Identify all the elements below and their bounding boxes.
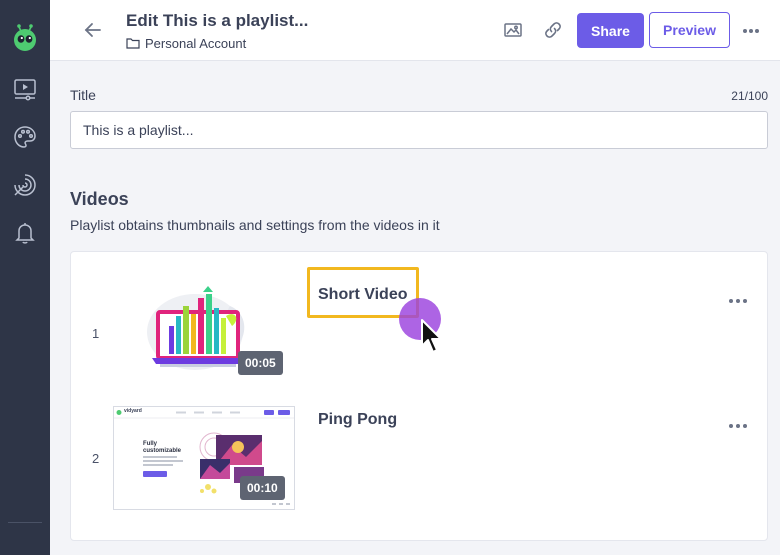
top-bar: Edit This is a playlist... Personal Acco… [50,0,780,61]
title-input[interactable] [70,111,768,149]
page-title: Edit This is a playlist... [126,11,309,30]
link-icon[interactable] [542,19,564,41]
videos-description: Playlist obtains thumbnails and settings… [70,217,440,233]
sidebar-divider [8,522,42,523]
video-index: 2 [92,451,100,466]
palette-icon[interactable] [13,125,37,149]
bell-icon[interactable] [13,221,37,245]
folder-icon [126,38,140,49]
app-logo-icon[interactable] [11,22,39,52]
title-label: Title [70,87,96,103]
preview-button[interactable]: Preview [649,12,730,48]
character-count: 21/100 [731,89,768,103]
mouse-cursor-icon [421,319,442,353]
video-duration: 00:10 [240,476,285,500]
analytics-icon[interactable] [13,173,37,197]
video-library-icon[interactable] [13,77,37,101]
video-duration: 00:05 [238,351,283,375]
more-horizontal-icon[interactable] [728,296,748,306]
video-index: 1 [92,326,100,341]
back-arrow-icon[interactable] [82,19,104,41]
image-icon[interactable] [502,19,524,41]
share-button[interactable]: Share [577,13,644,48]
website-brand: vidyard [124,408,142,414]
more-horizontal-icon[interactable] [741,21,761,41]
sidebar [0,0,50,555]
videos-heading: Videos [70,189,129,209]
website-headline: Fully [143,441,158,447]
more-horizontal-icon[interactable] [728,421,748,431]
website-headline: customizable [143,448,182,454]
video-title[interactable]: Ping Pong [318,411,397,429]
account-name[interactable]: Personal Account [145,36,246,51]
